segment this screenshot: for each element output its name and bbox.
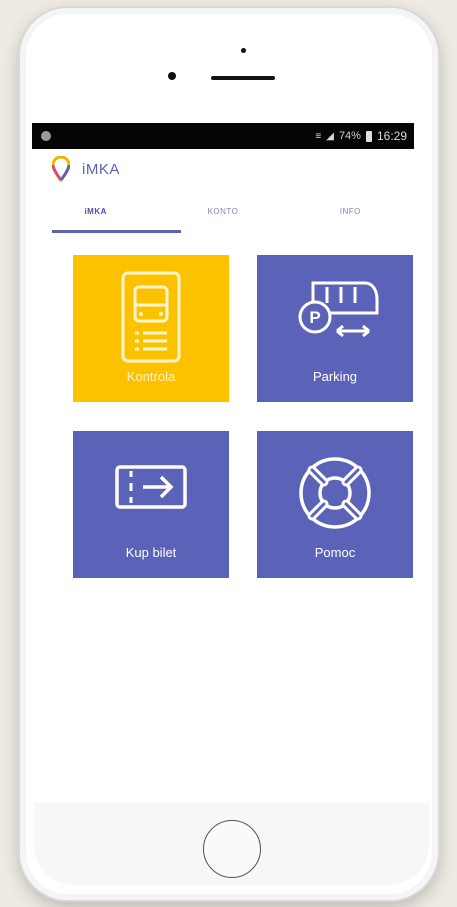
notification-icon [41, 131, 51, 141]
map-pin-logo-icon [52, 156, 70, 182]
status-bar: ≡ ◢ 74% 16:29 [32, 123, 414, 149]
earpiece-speaker [211, 76, 275, 80]
battery-percent: 74% [338, 130, 361, 142]
app-bar: iMKA [32, 149, 414, 189]
bus-ticket-icon [121, 271, 181, 363]
tab-imka[interactable]: iMKA [32, 199, 159, 233]
signal-icon: ◢ [326, 130, 334, 142]
tab-info[interactable]: INFO [287, 199, 414, 233]
battery-icon [365, 130, 372, 142]
status-time: 16:29 [376, 129, 407, 143]
app-screen: ≡ ◢ 74% 16:29 iMKA iMKA KONTO INFO Kontr… [32, 123, 414, 805]
wifi-icon: ≡ [315, 130, 322, 142]
home-button[interactable] [203, 820, 261, 878]
pomoc-tile[interactable]: Pomoc [257, 431, 413, 578]
svg-text:P: P [309, 308, 320, 327]
pomoc-label: Pomoc [314, 545, 356, 560]
tile-grid: Kontrola P Parking Kup bilet Pomoc [32, 233, 414, 593]
tab-konto[interactable]: KONTO [159, 199, 286, 233]
status-right: ≡ ◢ 74% 16:29 [315, 129, 407, 143]
front-camera [168, 72, 176, 80]
parking-label: Parking [312, 369, 358, 384]
app-title: iMKA [82, 160, 120, 178]
parking-tile[interactable]: P Parking [257, 255, 413, 402]
ticket-arrow-icon [115, 465, 187, 509]
tab-bar: iMKA KONTO INFO [32, 199, 414, 233]
lifebuoy-icon [299, 457, 371, 529]
phone-frame: ≡ ◢ 74% 16:29 iMKA iMKA KONTO INFO Kontr… [20, 8, 438, 900]
kup-bilet-label: Kup bilet [125, 545, 177, 560]
kup-bilet-tile[interactable]: Kup bilet [73, 431, 229, 578]
kontrola-tile[interactable]: Kontrola [73, 255, 229, 402]
kontrola-label: Kontrola [126, 369, 176, 384]
parking-tram-icon: P [298, 281, 379, 338]
proximity-sensor [241, 48, 246, 53]
